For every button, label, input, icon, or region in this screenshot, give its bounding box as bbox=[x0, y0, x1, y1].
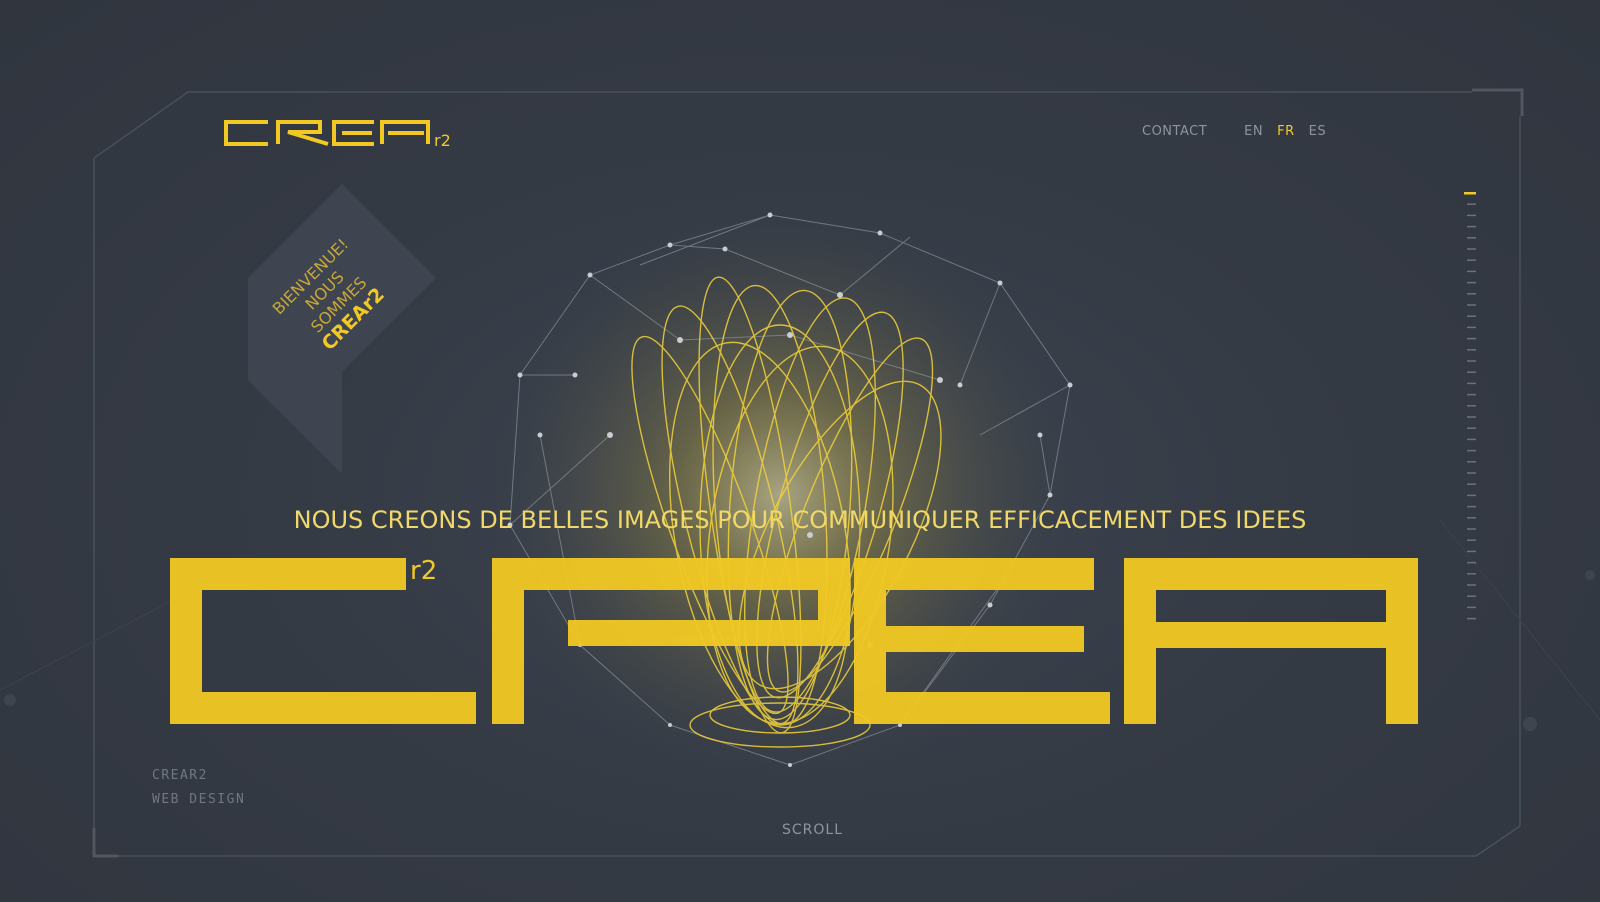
lang-es-link[interactable]: ES bbox=[1309, 124, 1326, 139]
lang-en-link[interactable]: EN bbox=[1244, 124, 1263, 139]
hero-tagline: NOUS CREONS DE BELLES IMAGES POUR COMMUN… bbox=[293, 506, 1307, 534]
crear2-logo-icon[interactable]: r2 bbox=[224, 118, 456, 154]
caption-line-1: CREAR2 bbox=[152, 768, 208, 783]
top-nav: CONTACT EN FR ES bbox=[1142, 124, 1340, 139]
scroll-ticks-icon[interactable] bbox=[1464, 192, 1476, 632]
hero-wordmark bbox=[170, 558, 1418, 724]
caption-line-2: WEB DESIGN bbox=[152, 792, 246, 807]
footer-caption: CREAR2 WEB DESIGN bbox=[152, 764, 245, 812]
hero-superscript: r2 bbox=[410, 556, 438, 586]
logo-suffix: r2 bbox=[434, 131, 451, 150]
lang-fr-link[interactable]: FR bbox=[1277, 124, 1295, 139]
scroll-button[interactable]: SCROLL bbox=[0, 822, 1600, 838]
contact-link[interactable]: CONTACT bbox=[1142, 124, 1207, 139]
landing-page: r2 CONTACT EN FR ES BIENVENUE! NOUS SOMM… bbox=[0, 0, 1600, 902]
